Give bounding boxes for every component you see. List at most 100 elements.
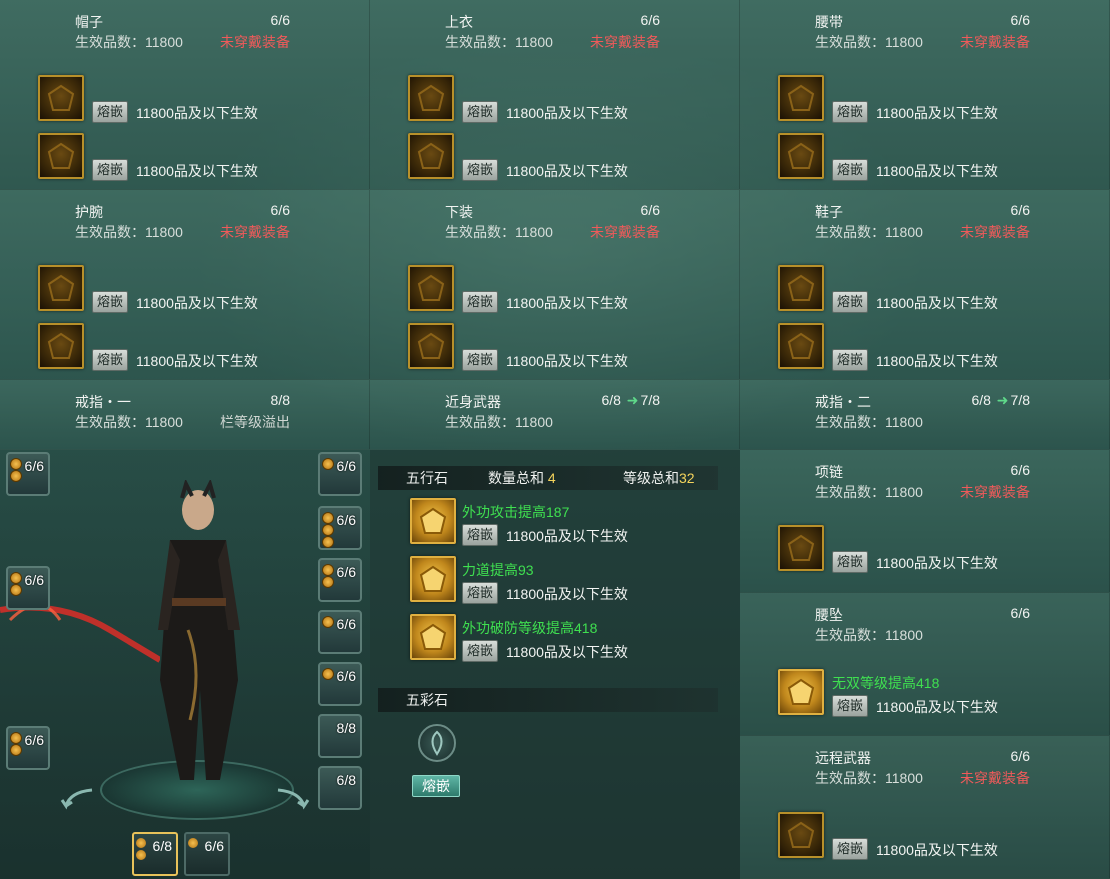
inlay-button[interactable]: 熔嵌	[462, 349, 499, 371]
effective-grade: 11800	[515, 414, 553, 430]
inlay-button[interactable]: 熔嵌	[832, 159, 869, 181]
slot-count: 8/8	[270, 392, 290, 408]
gem-icon[interactable]	[38, 75, 84, 121]
wucai-header: 五彩石	[378, 688, 718, 712]
effect-text: 11800品及以下生效	[136, 353, 258, 369]
gem-icon[interactable]	[408, 323, 454, 369]
inlay-button[interactable]: 熔嵌	[832, 101, 869, 123]
gem-icon[interactable]	[38, 323, 84, 369]
effective-grade: 11800	[885, 770, 923, 786]
char-slot-selected[interactable]: 6/8	[132, 832, 178, 876]
gem-icon[interactable]	[778, 133, 824, 179]
status-text: 未穿戴装备	[960, 224, 1030, 240]
effect-text: 11800品及以下生效	[876, 353, 998, 369]
slot-count: 6/6	[1010, 462, 1030, 478]
colorful-inlay-button[interactable]: 熔嵌	[412, 775, 460, 797]
slot-name: 项链	[815, 464, 843, 480]
inlay-button[interactable]: 熔嵌	[92, 101, 129, 123]
effective-label: 生效品数：	[815, 224, 885, 240]
effective-grade: 11800	[145, 414, 183, 430]
gem-icon[interactable]	[778, 323, 824, 369]
char-slot[interactable]: 6/6	[318, 662, 362, 706]
slot-name: 腰带	[815, 14, 843, 30]
gem-icon[interactable]	[410, 614, 456, 660]
inlay-button[interactable]: 熔嵌	[462, 640, 499, 662]
inlay-button[interactable]: 熔嵌	[832, 838, 869, 860]
gem-icon[interactable]	[410, 556, 456, 602]
slot-count: 6/6	[270, 12, 290, 28]
inlay-button[interactable]: 熔嵌	[832, 695, 869, 717]
stone-item: 外功破防等级提高418 熔嵌 11800品及以下生效	[410, 614, 730, 662]
slot-name: 鞋子	[815, 204, 843, 220]
gem-icon[interactable]	[778, 265, 824, 311]
bonus-text: 外功破防等级提高418	[462, 620, 598, 636]
effective-label: 生效品数：	[75, 224, 145, 240]
rotate-left-icon[interactable]	[60, 786, 96, 810]
effective-label: 生效品数：	[815, 770, 885, 786]
gem-icon[interactable]	[38, 133, 84, 179]
effect-text: 11800品及以下生效	[506, 353, 628, 369]
panel-bottoms: 下装 6/6 生效品数：11800 未穿戴装备 熔嵌 11800品及以下生效 熔嵌 11…	[370, 190, 740, 380]
char-slot[interactable]: 6/6	[184, 832, 230, 876]
gem-icon[interactable]	[408, 133, 454, 179]
slot-name: 上衣	[445, 14, 473, 30]
gem-icon[interactable]	[408, 265, 454, 311]
char-slot[interactable]: 6/6	[6, 566, 50, 610]
slot-count: 6/6	[640, 12, 660, 28]
slot-name: 近身武器	[445, 394, 501, 410]
gem-icon[interactable]	[778, 812, 824, 858]
effect-text: 11800品及以下生效	[506, 105, 628, 121]
gem-icon[interactable]	[778, 525, 824, 571]
inlay-button[interactable]: 熔嵌	[462, 159, 499, 181]
char-slot[interactable]: 6/6	[6, 726, 50, 770]
panel-pendant: 腰坠 6/6 生效品数：11800 无双等级提高418 熔嵌 11800品及以下生效	[740, 593, 1110, 736]
char-slot[interactable]: 6/8	[318, 766, 362, 810]
effective-grade: 11800	[885, 34, 923, 50]
inlay-button[interactable]: 熔嵌	[462, 524, 499, 546]
effective-grade: 11800	[145, 34, 183, 50]
colorful-stone-icon[interactable]	[418, 724, 456, 762]
gem-icon[interactable]	[778, 669, 824, 715]
slot-count: 6/6	[270, 202, 290, 218]
gem-icon[interactable]	[778, 75, 824, 121]
inlay-button[interactable]: 熔嵌	[462, 582, 499, 604]
bonus-text: 力道提高93	[462, 562, 534, 578]
char-slot[interactable]: 8/8	[318, 714, 362, 758]
rotate-right-icon[interactable]	[274, 786, 310, 810]
effect-text: 11800品及以下生效	[506, 586, 628, 602]
status-text: 未穿戴装备	[960, 34, 1030, 50]
char-slot[interactable]: 6/6	[6, 452, 50, 496]
slot-count: 6/6	[640, 202, 660, 218]
panel-melee-weapon: 近身武器 6/8 ➜ 7/8 生效品数：11800	[370, 380, 740, 450]
gem-icon[interactable]	[408, 75, 454, 121]
status-text: 未穿戴装备	[590, 224, 660, 240]
slot-count: 6/6	[1010, 605, 1030, 621]
gem-icon[interactable]	[410, 498, 456, 544]
effect-text: 11800品及以下生效	[506, 163, 628, 179]
effective-grade: 11800	[885, 414, 923, 430]
effect-text: 11800品及以下生效	[136, 295, 258, 311]
inlay-button[interactable]: 熔嵌	[92, 349, 129, 371]
effective-label: 生效品数：	[75, 414, 145, 430]
effect-text: 11800品及以下生效	[136, 163, 258, 179]
gem-icon[interactable]	[38, 265, 84, 311]
inlay-button[interactable]: 熔嵌	[832, 291, 869, 313]
inlay-button[interactable]: 熔嵌	[92, 291, 129, 313]
inlay-button[interactable]: 熔嵌	[832, 349, 869, 371]
effective-label: 生效品数：	[815, 627, 885, 643]
effective-label: 生效品数：	[815, 34, 885, 50]
char-slot[interactable]: 6/6	[318, 610, 362, 654]
effective-label: 生效品数：	[815, 414, 885, 430]
status-text: 未穿戴装备	[960, 484, 1030, 500]
inlay-button[interactable]: 熔嵌	[92, 159, 129, 181]
char-slot[interactable]: 6/6	[318, 506, 362, 550]
inlay-button[interactable]: 熔嵌	[462, 101, 499, 123]
char-slot[interactable]: 6/6	[318, 558, 362, 602]
stone-item: 外功攻击提高187 熔嵌 11800品及以下生效	[410, 498, 730, 546]
panel-top: 上衣 6/6 生效品数：11800 未穿戴装备 熔嵌 11800品及以下生效 熔嵌 11…	[370, 0, 740, 190]
inlay-button[interactable]: 熔嵌	[832, 551, 869, 573]
slot-name: 戒指・一	[75, 394, 131, 410]
inlay-button[interactable]: 熔嵌	[462, 291, 499, 313]
bonus-text: 无双等级提高418	[832, 675, 940, 691]
char-slot[interactable]: 6/6	[318, 452, 362, 496]
